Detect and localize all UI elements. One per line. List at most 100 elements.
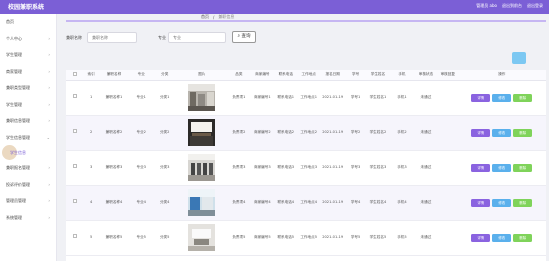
sidebar-item-students[interactable]: 学生管理 › <box>0 47 56 64</box>
sidebar-item-job-info[interactable]: 兼职信息管理 › <box>0 113 56 130</box>
cell-review-reply <box>437 150 458 186</box>
sidebar-item-label: 兼职信息管理 <box>6 118 30 123</box>
cell-merchant-id: 商家编号1 <box>250 80 275 116</box>
chevron-right-icon: › <box>48 118 50 123</box>
detail-button[interactable]: 详情 <box>471 93 491 102</box>
cell-location: 工作地点3 <box>297 150 321 186</box>
table-row: 5 兼职名称5 专业5 分类5 负责项5 商家编号5 联系电话5 工作地点5 2… <box>66 220 546 256</box>
column-header: 专业 <box>129 70 154 81</box>
column-header: 分类 <box>153 70 177 81</box>
column-header: 报名日期 <box>320 70 346 81</box>
sidebar-item-admins[interactable]: 管理员管理 › <box>0 193 56 210</box>
column-header: 审核状态 <box>413 70 438 81</box>
cell-date: 2021-01-19 <box>320 220 346 256</box>
delete-button[interactable]: 删除 <box>513 233 533 242</box>
add-button[interactable] <box>512 52 526 64</box>
cell-photo <box>176 80 228 116</box>
column-header: 审核回复 <box>437 70 458 81</box>
row-checkbox[interactable] <box>72 199 77 204</box>
cell-item: 负责项2 <box>227 115 251 151</box>
sidebar-item-complaints[interactable]: 投诉评价管理 › <box>0 177 56 194</box>
sidebar-item-merchants[interactable]: 商家管理 › <box>0 64 56 81</box>
sidebar-subitem-student-info[interactable]: 学生信息 <box>0 145 56 160</box>
column-header: 学号 <box>345 70 366 81</box>
sidebar-item-system[interactable]: 系统管理 › <box>0 210 56 227</box>
app-title: 校园兼职系统 <box>8 4 45 11</box>
sidebar-item-label: 兼职类型管理 <box>6 85 30 90</box>
cell-major: 专业3 <box>129 150 154 186</box>
cell-phone: 联系电话4 <box>274 185 298 221</box>
cell-major: 专业5 <box>129 220 154 256</box>
cell-actions: 详情 修改 删除 <box>457 185 546 221</box>
row-checkbox[interactable] <box>72 94 77 99</box>
cell-review-status: 未通过 <box>413 80 438 116</box>
logout-link[interactable]: 退出登录 <box>527 3 543 9</box>
delete-button[interactable]: 删除 <box>513 163 533 172</box>
edit-button[interactable]: 修改 <box>492 163 512 172</box>
edit-button[interactable]: 修改 <box>492 233 512 242</box>
search-button[interactable]: ⌕ 查询 <box>232 31 256 43</box>
sidebar-item-home[interactable]: 首页 <box>0 14 56 31</box>
sidebar-item-job-types[interactable]: 兼职类型管理 › <box>0 80 56 97</box>
detail-button[interactable]: 详情 <box>471 233 491 242</box>
delete-button[interactable]: 删除 <box>513 93 533 102</box>
row-checkbox[interactable] <box>72 164 77 169</box>
cell-student-id: 学号1 <box>345 80 366 116</box>
cell-student-name: 学生姓名4 <box>365 185 390 221</box>
table-row: 1 兼职名称1 专业1 分类1 负责项1 商家编号1 联系电话1 工作地点1 2… <box>66 80 546 116</box>
cell-student-id: 学号3 <box>345 150 366 186</box>
cell-major: 专业2 <box>129 115 154 151</box>
cell-date: 2021-01-19 <box>320 115 346 151</box>
detail-button[interactable]: 详情 <box>471 163 491 172</box>
header-checkbox-cell[interactable] <box>66 70 84 81</box>
cell-category: 分类2 <box>153 115 177 151</box>
column-header: 工作地点 <box>297 70 321 81</box>
chevron-right-icon: › <box>48 35 50 41</box>
cell-category: 分类4 <box>153 185 177 221</box>
cell-date: 2021-01-19 <box>320 185 346 221</box>
goto-frontend-link[interactable]: 退出到前台 <box>502 3 522 9</box>
cell-student-id: 学号2 <box>345 115 366 151</box>
row-checkbox[interactable] <box>72 234 77 239</box>
cell-actions: 详情 修改 删除 <box>457 220 546 256</box>
row-checkbox-cell[interactable] <box>66 185 84 221</box>
edit-button[interactable]: 修改 <box>492 128 512 137</box>
job-name-search-input[interactable] <box>87 32 137 43</box>
top-user-menu: 管理员 abo 退出到前台 退出登录 <box>476 3 543 9</box>
row-checkbox[interactable] <box>72 129 77 134</box>
sidebar-item-label: 学生信息管理 <box>6 134 30 140</box>
select-all-checkbox[interactable] <box>72 72 77 77</box>
cell-review-status: 未通过 <box>413 115 438 151</box>
column-header: 品类 <box>227 70 251 81</box>
detail-button[interactable]: 详情 <box>471 128 491 137</box>
sidebar-item-label: 投诉评价管理 <box>6 181 30 187</box>
breadcrumb-home[interactable]: 首页 <box>201 14 209 20</box>
sidebar-item-registrations[interactable]: 兼职报名管理 › <box>0 160 56 177</box>
major-search-input[interactable] <box>168 32 226 43</box>
column-header: 图片 <box>176 70 228 81</box>
detail-button[interactable]: 详情 <box>471 198 491 207</box>
row-checkbox-cell[interactable] <box>66 115 84 151</box>
sidebar-item-profile[interactable]: 个人中心 › <box>0 31 56 48</box>
row-checkbox-cell[interactable] <box>66 80 84 116</box>
edit-button[interactable]: 修改 <box>492 93 512 102</box>
edit-button[interactable]: 修改 <box>492 198 512 207</box>
delete-button[interactable]: 删除 <box>513 198 533 207</box>
office-photo-5 <box>188 224 216 251</box>
cell-location: 工作地点1 <box>297 80 321 116</box>
row-checkbox-cell[interactable] <box>66 150 84 186</box>
delete-button[interactable]: 删除 <box>513 128 533 137</box>
office-photo-3 <box>188 154 216 181</box>
sidebar-item-student-info[interactable]: 学生信息管理 ⌄ <box>0 130 56 147</box>
column-header: 兼职名称 <box>98 70 130 81</box>
cell-job-name: 兼职名称2 <box>98 115 130 151</box>
cell-merchant-id: 商家编号2 <box>250 115 275 151</box>
admin-username: 管理员 abo <box>476 3 497 8</box>
cell-index: 1 <box>83 80 99 116</box>
chevron-right-icon: › <box>48 68 50 74</box>
cell-actions: 详情 修改 删除 <box>457 80 546 116</box>
column-header: 操作 <box>457 70 546 81</box>
search-label-major: 专业 <box>158 35 166 40</box>
sidebar-item-students-2[interactable]: 学生管理 › <box>0 97 56 114</box>
row-checkbox-cell[interactable] <box>66 220 84 256</box>
